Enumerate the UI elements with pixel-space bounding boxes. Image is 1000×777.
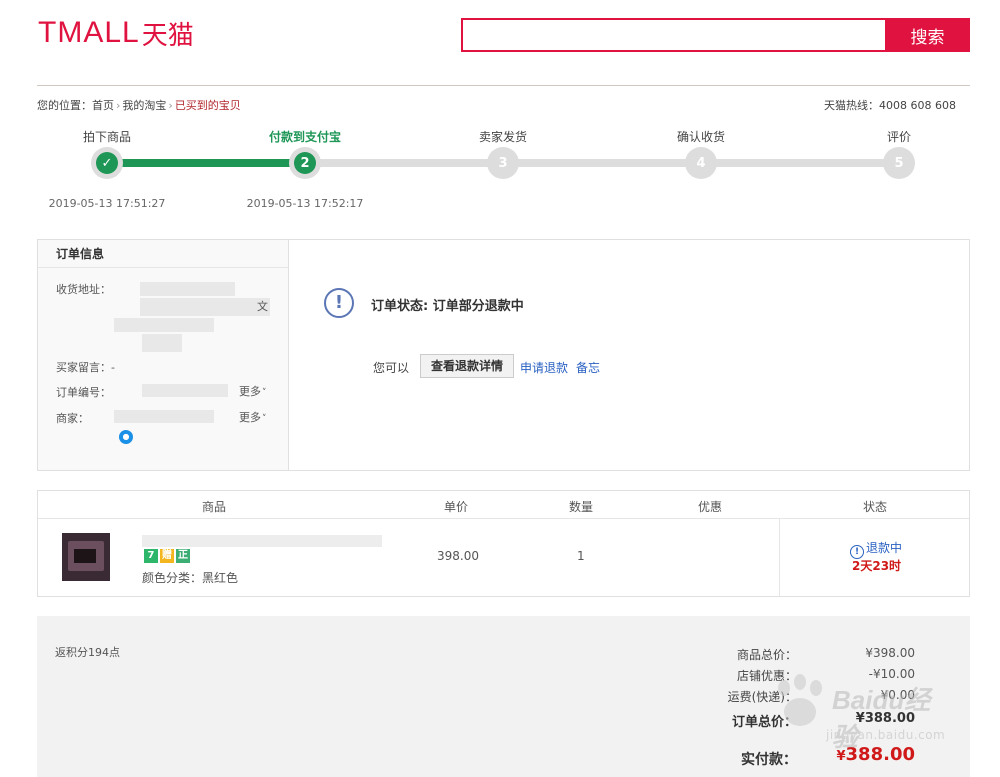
step-1-check-icon: ✓ bbox=[91, 147, 123, 179]
tmall-logo[interactable]: TMALL 天猫 bbox=[38, 16, 194, 51]
address-redacted bbox=[142, 334, 182, 352]
order-no-redacted bbox=[142, 384, 228, 397]
order-total-value: ¥388.00 bbox=[855, 711, 915, 726]
header-quantity: 数量 bbox=[569, 500, 594, 514]
amount-paid-label: 实付款： bbox=[741, 752, 797, 768]
order-info-title: 订单信息 bbox=[38, 240, 288, 268]
header-status: 状态 bbox=[863, 500, 888, 514]
step-2-label: 付款到支付宝 bbox=[268, 130, 341, 144]
step-3-label: 卖家发货 bbox=[478, 130, 527, 144]
breadcrumb-separator: › bbox=[116, 99, 121, 112]
reward-points: 返积分194点 bbox=[55, 646, 120, 659]
step-5-label: 评价 bbox=[886, 130, 911, 144]
refund-time-remaining: 2天23时 bbox=[852, 559, 902, 573]
step-1-time: 2019-05-13 17:51:27 bbox=[48, 197, 166, 210]
wangwang-chat-icon[interactable]: ● bbox=[119, 430, 133, 444]
order-status-text: 订单状态: 订单部分退款中 bbox=[371, 299, 524, 314]
logo-latin: TMALL bbox=[38, 16, 140, 49]
breadcrumb-prefix: 您的位置： bbox=[37, 99, 92, 112]
merchant-more-link[interactable]: 更多 bbox=[239, 409, 267, 425]
step-3-circle: 3 bbox=[487, 147, 519, 179]
amount-paid-currency: ¥ bbox=[836, 749, 846, 764]
address-redacted bbox=[114, 318, 214, 332]
buyer-note-value: - bbox=[111, 361, 115, 374]
subtotal-label: 商品总价： bbox=[736, 648, 797, 662]
address-label: 收货地址： bbox=[56, 283, 111, 296]
breadcrumb-my-taobao[interactable]: 我的淘宝 bbox=[122, 99, 166, 112]
merchant-redacted bbox=[114, 410, 214, 423]
progress-track-completed bbox=[107, 159, 305, 167]
header-product: 商品 bbox=[202, 500, 227, 514]
view-refund-details-button[interactable]: 查看退款详情 bbox=[420, 354, 515, 378]
order-info-panel: 订单信息 收货地址： 文 买家留言：- 订单编号： 更多 商家： 更多 ● bbox=[38, 240, 289, 470]
order-panel: 订单信息 收货地址： 文 买家留言：- 订单编号： 更多 商家： 更多 ● ! … bbox=[37, 239, 970, 471]
breadcrumb: 您的位置：首页 › 我的淘宝 › 已买到的宝贝 bbox=[37, 97, 241, 113]
product-quantity: 1 bbox=[577, 549, 585, 563]
order-no-label: 订单编号： bbox=[56, 386, 111, 399]
step-4-circle: 4 bbox=[685, 147, 717, 179]
step-5-number: 5 bbox=[888, 152, 910, 174]
buyer-note-label-text: 买家留言： bbox=[56, 361, 111, 374]
order-no-more-link[interactable]: 更多 bbox=[239, 383, 267, 399]
step-5-circle: 5 bbox=[883, 147, 915, 179]
order-status-panel: ! 订单状态: 订单部分退款中 您可以 查看退款详情 申请退款 备忘 bbox=[290, 240, 969, 470]
exclamation-circle-icon: ! bbox=[324, 288, 354, 318]
product-title-redacted[interactable] bbox=[142, 535, 382, 547]
breadcrumb-home[interactable]: 首页 bbox=[92, 99, 114, 112]
step-4-number: 4 bbox=[690, 152, 712, 174]
header-divider bbox=[37, 85, 970, 86]
buyer-note-label: 买家留言：- bbox=[56, 359, 115, 375]
gift-badge: 赠 bbox=[160, 549, 174, 563]
step-4-label: 确认收货 bbox=[676, 130, 725, 144]
step-1-number: ✓ bbox=[96, 152, 118, 174]
address-redacted bbox=[140, 282, 235, 296]
product-badges: 7 赠 正 bbox=[144, 549, 190, 563]
product-price: 398.00 bbox=[437, 549, 479, 563]
refund-status-text: 退款中 bbox=[866, 541, 903, 555]
shipping-label: 运费(快递)： bbox=[727, 690, 797, 704]
hotline: 天猫热线：4008 608 608 bbox=[824, 99, 956, 112]
order-summary: 返积分194点 商品总价： ¥398.00 店铺优惠： -¥10.00 运费(快… bbox=[37, 616, 970, 777]
header-discount: 优惠 bbox=[698, 500, 723, 514]
shipping-value: ¥0.00 bbox=[880, 688, 915, 702]
product-thumbnail[interactable] bbox=[62, 533, 110, 581]
order-total-label: 订单总价： bbox=[731, 715, 797, 730]
step-3-number: 3 bbox=[492, 152, 514, 174]
header-price: 单价 bbox=[444, 500, 469, 514]
apply-refund-link[interactable]: 申请退款 bbox=[520, 359, 568, 376]
you-can-label: 您可以 bbox=[373, 361, 410, 375]
refund-status-link[interactable]: ! 退款中 bbox=[850, 539, 902, 559]
merchant-label: 商家： bbox=[56, 412, 89, 425]
product-sku: 颜色分类：黑红色 bbox=[142, 571, 239, 585]
breadcrumb-separator: › bbox=[168, 99, 173, 112]
table-header: 商品 单价 数量 优惠 状态 bbox=[38, 491, 969, 519]
store-discount-label: 店铺优惠： bbox=[736, 669, 797, 683]
store-discount-value: -¥10.00 bbox=[868, 667, 915, 681]
logo-chinese: 天猫 bbox=[141, 20, 194, 51]
address-redacted bbox=[140, 298, 270, 316]
search-input[interactable] bbox=[461, 18, 885, 52]
search-button[interactable]: 搜索 bbox=[885, 18, 970, 52]
step-1-label: 拍下商品 bbox=[82, 130, 131, 144]
amount-paid-value: ¥388.00 bbox=[836, 744, 915, 765]
product-status-cell: ! 退款中 2天23时 bbox=[779, 519, 969, 596]
subtotal-value: ¥398.00 bbox=[865, 646, 915, 660]
authentic-badge: 正 bbox=[176, 549, 190, 563]
step-2-number: 2 bbox=[294, 152, 316, 174]
step-2-circle: 2 bbox=[289, 147, 321, 179]
search-bar: 搜索 bbox=[461, 18, 970, 52]
note-link[interactable]: 备忘 bbox=[576, 359, 600, 376]
items-table: 商品 单价 数量 优惠 状态 7 赠 正 颜色分类：黑红色 398.00 1 !… bbox=[37, 490, 970, 597]
amount-paid-number: 388.00 bbox=[845, 744, 915, 765]
breadcrumb-current: 已买到的宝贝 bbox=[174, 99, 241, 112]
step-2-time: 2019-05-13 17:52:17 bbox=[246, 197, 364, 210]
seven-day-return-badge: 7 bbox=[144, 549, 158, 563]
address-tail: 文 bbox=[257, 300, 268, 313]
